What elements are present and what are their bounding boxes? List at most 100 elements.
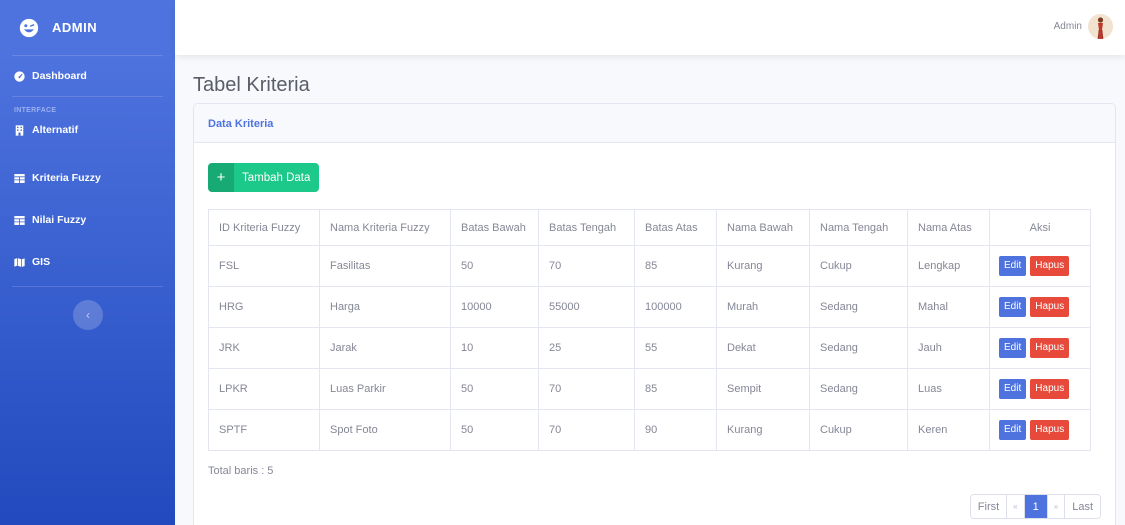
table-cell: Lengkap [907,245,990,287]
column-header: Nama Atas [907,209,990,246]
sidebar-brand[interactable]: ADMIN [0,0,175,55]
sidebar-toggle-button[interactable]: ‹ [73,300,103,330]
table-cell: Sedang [809,286,908,328]
table-cell: 100000 [634,286,717,328]
column-header: Nama Bawah [716,209,810,246]
pagination-prev[interactable]: « [1006,495,1024,518]
user-avatar-icon [1088,14,1113,39]
table-row: FSL Fasilitas 50 70 85 Kurang Cukup Leng… [208,245,1091,287]
edit-button[interactable]: Edit [999,297,1027,317]
edit-button[interactable]: Edit [999,338,1027,358]
table-cell: Keren [907,409,990,451]
table-cell: Dekat [716,327,810,369]
total-rows: Total baris : 5 [208,465,274,477]
sidebar-item-nilai-fuzzy[interactable]: Nilai Fuzzy [0,200,175,240]
topbar: Admin [175,0,1125,55]
avatar[interactable] [1088,14,1113,39]
table-cell: Harga [319,286,451,328]
plus-icon: + [208,163,234,192]
table-row: SPTF Spot Foto 50 70 90 Kurang Cukup Ker… [208,409,1091,451]
column-header: Batas Tengah [538,209,635,246]
table-cell: HRG [208,286,320,328]
table-icon [14,215,25,225]
table-cell: 25 [538,327,635,369]
table-cell: 70 [538,245,635,287]
laugh-wink-icon [19,18,39,37]
delete-button[interactable]: Hapus [1030,338,1070,358]
table-cell: 55000 [538,286,635,328]
action-cell: Edit Hapus [989,327,1091,369]
sidebar-divider [12,286,163,287]
table-cell: 55 [634,327,717,369]
table-cell: Sempit [716,368,810,410]
table-cell: Cukup [809,409,908,451]
sidebar: ADMIN Dashboard INTERFACE Alternatif Kri… [0,0,175,525]
table-cell: Luas Parkir [319,368,451,410]
delete-button[interactable]: Hapus [1030,420,1070,440]
pagination-page-1[interactable]: 1 [1023,495,1047,518]
action-cell: Edit Hapus [989,286,1091,328]
table-cell: JRK [208,327,320,369]
column-header: ID Kriteria Fuzzy [208,209,320,246]
table-cell: 70 [538,368,635,410]
table-cell: Kurang [716,245,810,287]
table-cell: Spot Foto [319,409,451,451]
table-row: LPKR Luas Parkir 50 70 85 Sempit Sedang … [208,368,1091,410]
card-header: Data Kriteria [194,104,1115,143]
table-cell: Fasilitas [319,245,451,287]
sidebar-item-label: Alternatif [32,124,79,136]
pagination-first[interactable]: First [970,495,1007,518]
user-name: Admin [1053,21,1082,32]
add-data-label: Tambah Data [242,171,311,184]
column-header: Batas Bawah [450,209,539,246]
sidebar-item-gis[interactable]: GIS [0,242,175,282]
data-card: Data Kriteria + Tambah Data ID Kriteria … [193,103,1116,525]
pagination-last[interactable]: Last [1064,495,1100,518]
table-cell: Cukup [809,245,908,287]
column-header: Nama Tengah [809,209,908,246]
table-cell: 50 [450,368,539,410]
pagination-next[interactable]: » [1046,495,1065,518]
sidebar-item-kriteria-fuzzy[interactable]: Kriteria Fuzzy [0,158,175,198]
table-cell: LPKR [208,368,320,410]
table-header-row: ID Kriteria Fuzzy Nama Kriteria Fuzzy Ba… [208,209,1091,246]
add-data-button[interactable]: + Tambah Data [208,163,320,192]
delete-button[interactable]: Hapus [1030,256,1070,276]
table-cell: Mahal [907,286,990,328]
table-cell: Luas [907,368,990,410]
edit-button[interactable]: Edit [999,256,1027,276]
sidebar-heading: INTERFACE [14,107,57,114]
column-header: Nama Kriteria Fuzzy [319,209,451,246]
criteria-table: ID Kriteria Fuzzy Nama Kriteria Fuzzy Ba… [208,209,1091,451]
delete-button[interactable]: Hapus [1030,379,1070,399]
pagination: First « 1 » Last [969,494,1101,519]
table-cell: Murah [716,286,810,328]
user-menu[interactable]: Admin [1054,14,1113,39]
action-cell: Edit Hapus [989,368,1091,410]
table-cell: 90 [634,409,717,451]
table-cell: 10 [450,327,539,369]
table-cell: Kurang [716,409,810,451]
sidebar-item-label: Nilai Fuzzy [32,214,87,226]
building-icon [15,124,24,136]
table-cell: 10000 [450,286,539,328]
table-cell: SPTF [208,409,320,451]
action-cell: Edit Hapus [989,245,1091,287]
table-cell: Sedang [809,368,908,410]
table-cell: 70 [538,409,635,451]
table-row: HRG Harga 10000 55000 100000 Murah Sedan… [208,286,1091,328]
delete-button[interactable]: Hapus [1030,297,1070,317]
edit-button[interactable]: Edit [999,420,1027,440]
table-icon [14,173,25,183]
table-cell: Jauh [907,327,990,369]
table-cell: 50 [450,409,539,451]
sidebar-item-dashboard[interactable]: Dashboard [0,56,175,96]
brand-name: ADMIN [52,20,98,35]
table-cell: Jarak [319,327,451,369]
map-icon [14,257,25,267]
table-cell: FSL [208,245,320,287]
edit-button[interactable]: Edit [999,379,1027,399]
action-cell: Edit Hapus [989,409,1091,451]
sidebar-item-alternatif[interactable]: Alternatif [0,116,175,144]
table-row: JRK Jarak 10 25 55 Dekat Sedang Jauh Edi… [208,327,1091,369]
